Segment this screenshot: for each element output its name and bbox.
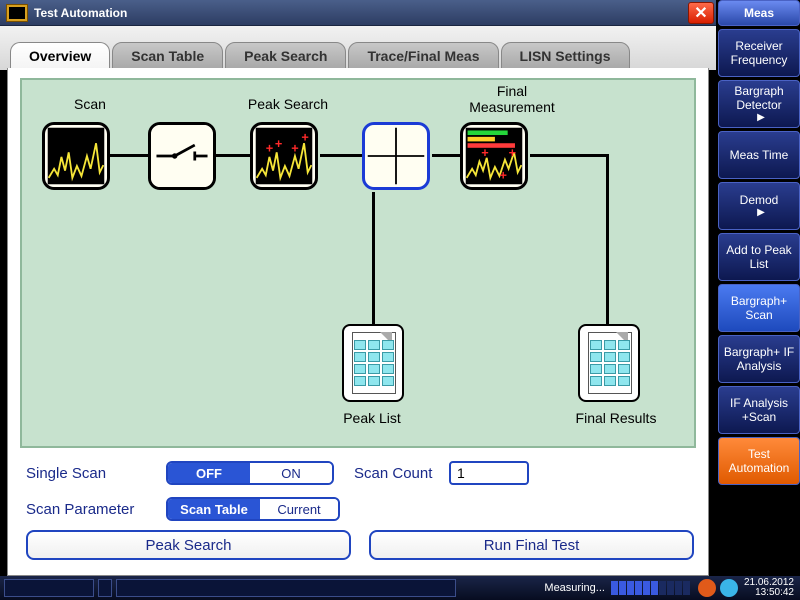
scan-param-current[interactable]: Current (260, 499, 338, 519)
status-cell (98, 579, 112, 597)
scan-count-input[interactable] (449, 461, 529, 485)
single-scan-off[interactable]: OFF (168, 463, 250, 483)
label-final-results: Final Results (556, 410, 676, 426)
softkey-meas-time[interactable]: Meas Time (718, 131, 800, 179)
status-message: Measuring... (544, 582, 605, 594)
softkey-receiver-frequency[interactable]: Receiver Frequency (718, 29, 800, 77)
softkey-bar: Meas Receiver Frequency Bargraph Detecto… (716, 0, 800, 576)
svg-text:+: + (499, 168, 506, 183)
status-help-icon[interactable] (720, 579, 738, 597)
toggle-single-scan[interactable]: OFF ON (166, 461, 334, 485)
label-peak-list: Peak List (322, 410, 422, 426)
label-scan-count: Scan Count (354, 465, 449, 482)
tab-trace-final-meas[interactable]: Trace/Final Meas (348, 42, 498, 70)
toggle-scan-parameter[interactable]: Scan Table Current (166, 497, 340, 521)
scan-block-icon[interactable] (42, 122, 110, 190)
empty-block-icon[interactable] (362, 122, 430, 190)
status-datetime: 21.06.201213:50:42 (744, 578, 794, 598)
flow-line (432, 154, 460, 157)
close-icon[interactable]: ✕ (688, 2, 714, 24)
label-single-scan: Single Scan (26, 465, 166, 482)
chevron-right-icon: ▶ (757, 207, 765, 219)
softkey-bargraph-scan[interactable]: Bargraph+ Scan (718, 284, 800, 332)
flow-line (320, 154, 362, 157)
flow-diagram: Scan Peak Search Final Measurement Peak … (20, 78, 696, 448)
softkey-demod[interactable]: Demod▶ (718, 182, 800, 230)
final-results-icon[interactable] (578, 324, 640, 402)
svg-text:+: + (291, 140, 298, 155)
main-panel: Scan Peak Search Final Measurement Peak … (7, 68, 709, 576)
svg-text:+: + (275, 136, 282, 151)
action-button-row: Peak Search Run Final Test (26, 530, 694, 560)
label-peak-search: Peak Search (228, 96, 348, 112)
peak-search-block-icon[interactable]: ++ ++ (250, 122, 318, 190)
softkey-header: Meas (718, 0, 800, 26)
tab-peak-search[interactable]: Peak Search (225, 42, 346, 70)
window-titlebar: Test Automation ✕ (0, 0, 716, 26)
label-scan-parameter: Scan Parameter (26, 501, 166, 518)
svg-text:+: + (266, 140, 273, 155)
softkey-if-analysis-scan[interactable]: IF Analysis +Scan (718, 386, 800, 434)
switch-block-icon[interactable] (148, 122, 216, 190)
tab-strip: Overview Scan Table Peak Search Trace/Fi… (0, 26, 716, 70)
single-scan-on[interactable]: ON (250, 463, 332, 483)
spectrum-icon (6, 4, 28, 22)
final-meas-block-icon[interactable]: +++ (460, 122, 528, 190)
label-final-meas-1: Final (442, 83, 582, 99)
window-title: Test Automation (34, 6, 688, 20)
softkey-bargraph-detector[interactable]: Bargraph Detector▶ (718, 80, 800, 128)
status-cell (116, 579, 456, 597)
status-cell (4, 579, 94, 597)
flow-line (372, 192, 375, 324)
tab-lisn-settings[interactable]: LISN Settings (501, 42, 630, 70)
flow-line (606, 154, 609, 324)
softkey-test-automation[interactable]: Test Automation (718, 437, 800, 485)
tab-overview[interactable]: Overview (10, 42, 110, 70)
status-tool-icon[interactable] (698, 579, 716, 597)
controls-area: Single Scan OFF ON Scan Count Scan Param… (26, 458, 694, 530)
softkey-add-to-peak-list[interactable]: Add to Peak List (718, 233, 800, 281)
status-bar: Measuring... 21.06.201213:50:42 (0, 576, 800, 600)
flow-line (530, 154, 608, 157)
peak-list-icon[interactable] (342, 324, 404, 402)
progress-indicator (611, 581, 690, 595)
svg-text:+: + (481, 145, 488, 160)
scan-param-scan-table[interactable]: Scan Table (168, 499, 260, 519)
run-final-test-button[interactable]: Run Final Test (369, 530, 694, 560)
softkey-bargraph-if-analysis[interactable]: Bargraph+ IF Analysis (718, 335, 800, 383)
label-final-meas-2: Measurement (442, 99, 582, 115)
svg-text:+: + (509, 145, 516, 160)
tab-scan-table[interactable]: Scan Table (112, 42, 223, 70)
chevron-right-icon: ▶ (757, 112, 765, 124)
peak-search-button[interactable]: Peak Search (26, 530, 351, 560)
svg-text:+: + (301, 129, 308, 144)
label-scan: Scan (60, 96, 120, 112)
